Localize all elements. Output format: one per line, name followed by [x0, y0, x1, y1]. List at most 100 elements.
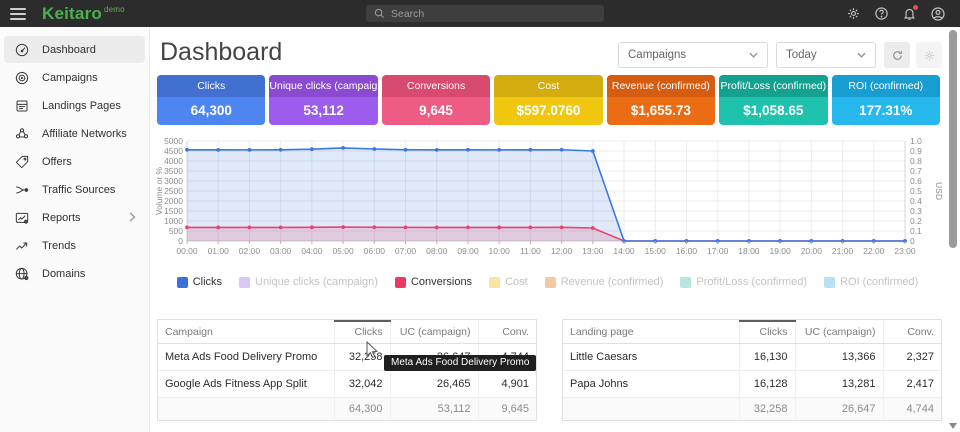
svg-text:10:00: 10:00 [489, 246, 511, 256]
stat-card-1[interactable]: Unique clicks (campaign)53,112 [269, 75, 377, 125]
stat-card-2[interactable]: Conversions9,645 [382, 75, 490, 125]
column-header-name[interactable]: Campaign [158, 321, 334, 343]
legend-swatch [177, 277, 188, 288]
legend-item-1[interactable]: Unique clicks (campaign) [239, 276, 378, 288]
stat-card-label: Clicks [157, 75, 265, 97]
sidebar-item-traffic-sources[interactable]: Traffic Sources [4, 176, 145, 203]
svg-text:0.1: 0.1 [910, 226, 922, 236]
table-row[interactable]: Papa Johns16,12813,2812,417 [563, 370, 941, 397]
row-value: 2,417 [883, 370, 941, 397]
stat-card-3[interactable]: Cost$597.0760 [494, 75, 602, 125]
scrollbar-down-arrow[interactable] [949, 423, 957, 429]
svg-text:20:00: 20:00 [801, 246, 823, 256]
dashboard-settings-button[interactable] [916, 42, 942, 68]
search-icon [374, 8, 385, 19]
sidebar-item-label: Offers [42, 156, 72, 168]
totals-value: 53,112 [390, 397, 478, 420]
help-icon[interactable] [873, 5, 890, 22]
column-header-uc-campaign-[interactable]: UC (campaign) [795, 321, 883, 343]
hamburger-menu-icon[interactable] [10, 5, 26, 23]
legend-item-2[interactable]: Conversions [395, 276, 472, 288]
stat-card-label: Profit/Loss (confirmed) [719, 75, 827, 97]
sidebar-item-label: Domains [42, 268, 85, 280]
trend-icon [14, 238, 30, 254]
svg-text:0: 0 [910, 236, 915, 246]
row-value: 32,258 [334, 343, 390, 370]
stat-card-0[interactable]: Clicks64,300 [157, 75, 265, 125]
account-icon[interactable] [929, 5, 946, 22]
search-input[interactable]: Search [366, 5, 604, 22]
svg-text:0.4: 0.4 [910, 196, 922, 206]
dashboard-chart[interactable]: 0500100015002000250030003500400045005000… [153, 133, 947, 263]
landing-pages-table-panel: Landing pageClicksUC (campaign)Conv.Litt… [562, 319, 942, 421]
topbar-icons [845, 0, 946, 27]
sidebar-item-landings-pages[interactable]: Landings Pages [4, 92, 145, 119]
svg-text:0.2: 0.2 [910, 216, 922, 226]
svg-text:2000: 2000 [164, 196, 183, 206]
legend-item-3[interactable]: Cost [489, 276, 528, 288]
column-header-name[interactable]: Landing page [563, 321, 739, 343]
svg-text:0.7: 0.7 [910, 166, 922, 176]
column-header-conv-[interactable]: Conv. [883, 321, 941, 343]
svg-text:04:00: 04:00 [301, 246, 323, 256]
stat-card-4[interactable]: Revenue (confirmed)$1,655.73 [607, 75, 715, 125]
legend-label: Unique clicks (campaign) [255, 276, 378, 288]
topbar: Keitarodemo Search [0, 0, 960, 27]
sidebar-item-label: Trends [42, 240, 76, 252]
stat-card-5[interactable]: Profit/Loss (confirmed)$1,058.65 [719, 75, 827, 125]
legend-swatch [680, 277, 691, 288]
notifications-bell-icon[interactable] [901, 5, 918, 22]
page-scrollbar[interactable] [949, 27, 958, 432]
svg-text:13:00: 13:00 [582, 246, 604, 256]
column-header-conv-[interactable]: Conv. [478, 321, 536, 343]
sidebar-item-campaigns[interactable]: Campaigns [4, 64, 145, 91]
chevron-right-icon [129, 209, 136, 227]
row-name: Little Caesars [563, 343, 739, 370]
gear-icon[interactable] [845, 5, 862, 22]
totals-value: 4,744 [883, 397, 941, 420]
campaigns-filter-select[interactable]: Campaigns [618, 42, 768, 68]
column-header-clicks[interactable]: Clicks [739, 321, 795, 343]
row-name: Papa Johns [563, 370, 739, 397]
sidebar-item-domains[interactable]: Domains [4, 260, 145, 287]
svg-text:06:00: 06:00 [364, 246, 386, 256]
refresh-icon [891, 49, 904, 62]
date-range-select[interactable]: Today [776, 42, 876, 68]
svg-text:1500: 1500 [164, 206, 183, 216]
sidebar-item-dashboard[interactable]: Dashboard [4, 36, 145, 63]
svg-text:22:00: 22:00 [863, 246, 885, 256]
sidebar-item-offers[interactable]: Offers [4, 148, 145, 175]
totals-value: 26,647 [795, 397, 883, 420]
row-value: 13,281 [795, 370, 883, 397]
column-header-uc-campaign-[interactable]: UC (campaign) [390, 321, 478, 343]
totals-row: 32,25826,6474,744 [563, 397, 941, 420]
chart-legend: Clicks Unique clicks (campaign) Conversion… [155, 276, 940, 288]
legend-item-0[interactable]: Clicks [177, 276, 222, 288]
refresh-button[interactable] [884, 42, 910, 68]
stat-card-value: 177.31% [832, 97, 940, 125]
data-table: Landing pageClicksUC (campaign)Conv.Litt… [563, 320, 941, 420]
sidebar-item-reports[interactable]: Reports [4, 204, 145, 231]
svg-text:21:00: 21:00 [832, 246, 854, 256]
svg-text:15:00: 15:00 [645, 246, 667, 256]
totals-value: 9,645 [478, 397, 536, 420]
table-row[interactable]: Little Caesars16,13013,3662,327 [563, 343, 941, 370]
column-header-clicks[interactable]: Clicks [334, 321, 390, 343]
legend-item-4[interactable]: Revenue (confirmed) [545, 276, 664, 288]
svg-text:3000: 3000 [164, 176, 183, 186]
row-value: 16,128 [739, 370, 795, 397]
svg-text:09:00: 09:00 [457, 246, 479, 256]
legend-item-6[interactable]: ROI (confirmed) [824, 276, 918, 288]
table-row[interactable]: Google Ads Fitness App Split32,04226,465… [158, 370, 536, 397]
scrollbar-thumb[interactable] [949, 30, 957, 248]
legend-swatch [239, 277, 250, 288]
sidebar-item-label: Campaigns [42, 72, 98, 84]
sidebar-item-trends[interactable]: Trends [4, 232, 145, 259]
app-logo[interactable]: Keitarodemo [42, 4, 125, 24]
sidebar-item-affiliate-networks[interactable]: Affiliate Networks [4, 120, 145, 147]
legend-item-5[interactable]: Profit/Loss (confirmed) [680, 276, 807, 288]
stat-cards: Clicks64,300Unique clicks (campaign)53,1… [157, 75, 940, 125]
svg-text:12:00: 12:00 [551, 246, 573, 256]
stat-card-6[interactable]: ROI (confirmed)177.31% [832, 75, 940, 125]
stat-card-label: Cost [494, 75, 602, 97]
